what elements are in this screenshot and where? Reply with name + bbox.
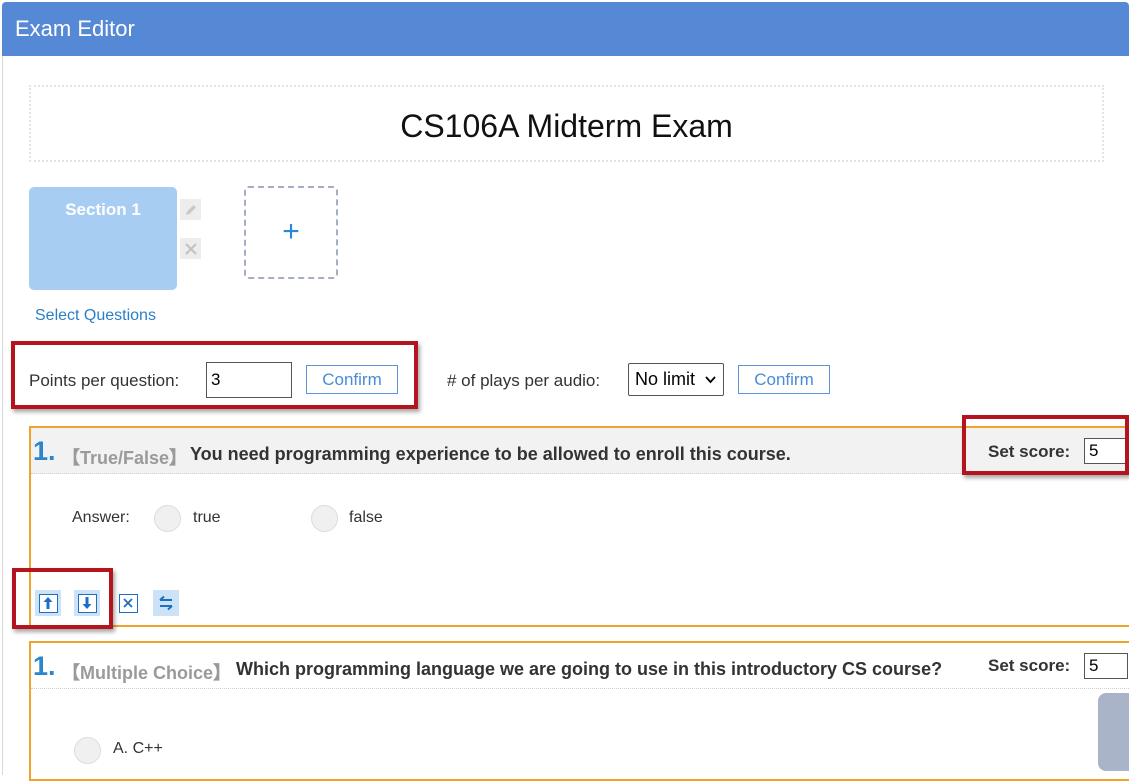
plays-per-audio-value: No limit: [635, 369, 696, 389]
exam-title[interactable]: CS106A Midterm Exam: [400, 108, 733, 145]
exam-title-box[interactable]: CS106A Midterm Exam: [29, 85, 1104, 162]
add-section-button[interactable]: +: [244, 186, 338, 279]
section-card-1[interactable]: Section 1: [29, 187, 177, 290]
set-score-input[interactable]: [1084, 653, 1128, 679]
pencil-icon[interactable]: [180, 199, 201, 220]
highlight-box: [11, 341, 418, 409]
close-icon[interactable]: [180, 238, 201, 259]
plays-confirm-button[interactable]: Confirm: [738, 365, 830, 394]
answer-label: Answer:: [72, 509, 130, 526]
question-header: 1. 【Multiple Choice】 Which programming l…: [31, 643, 1129, 689]
highlight-box: [962, 415, 1129, 475]
question-number: 1.: [33, 651, 56, 681]
delete-question-button[interactable]: [115, 590, 141, 616]
frame-border: [2, 56, 3, 775]
question-type: 【Multiple Choice】: [62, 663, 232, 683]
delete-icon: [123, 598, 133, 608]
scroll-to-top-tab[interactable]: [1098, 693, 1129, 771]
option-a-label: A. C++: [113, 740, 163, 757]
question-card: 1. 【Multiple Choice】 Which programming l…: [29, 641, 1129, 781]
highlight-box: [12, 568, 113, 629]
section-label: Section 1: [65, 200, 141, 219]
app-title: Exam Editor: [15, 16, 135, 41]
plays-per-audio-label: # of plays per audio:: [447, 371, 601, 390]
answer-false-label: false: [349, 509, 383, 526]
swap-question-button[interactable]: [153, 590, 179, 616]
answer-true-radio[interactable]: [154, 505, 181, 532]
answer-false-radio[interactable]: [311, 505, 338, 532]
plays-per-audio-select[interactable]: No limit: [628, 363, 724, 396]
chevron-down-icon: [705, 376, 716, 384]
question-text[interactable]: You need programming experience to be al…: [190, 444, 791, 465]
set-score-label: Set score:: [988, 656, 1071, 675]
app-titlebar: Exam Editor: [2, 2, 1129, 56]
option-a-radio[interactable]: [74, 737, 101, 764]
select-questions-link[interactable]: Select Questions: [35, 307, 156, 325]
question-text[interactable]: Which programming language we are going …: [236, 659, 942, 680]
answer-true-label: true: [193, 509, 221, 526]
question-number: 1.: [33, 436, 56, 466]
swap-icon: [159, 595, 173, 611]
question-type: 【True/False】: [62, 448, 188, 468]
